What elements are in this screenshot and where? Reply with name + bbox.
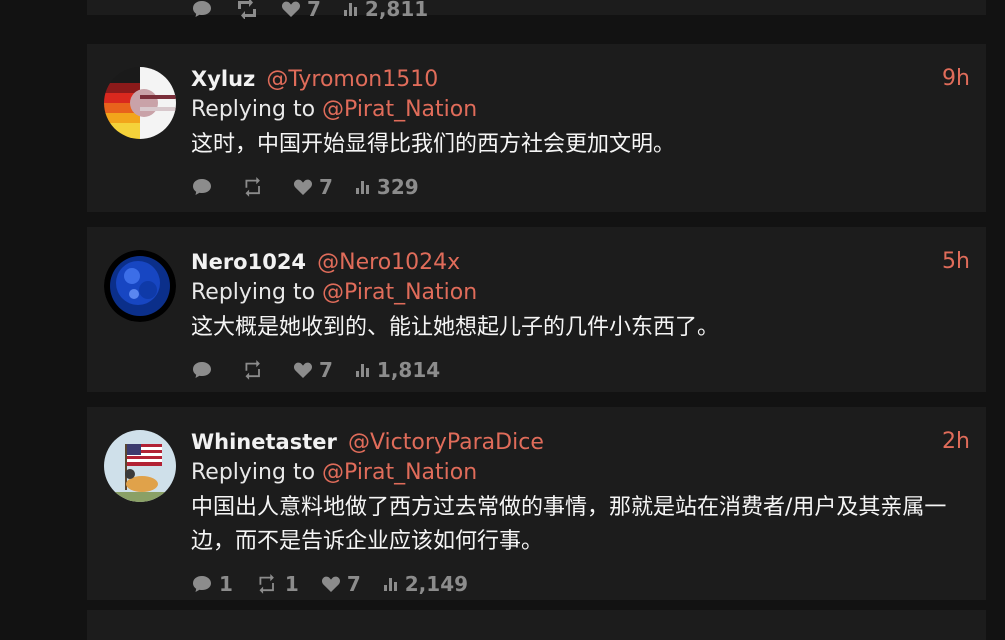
retweet-icon	[238, 0, 256, 19]
heart-icon	[321, 576, 340, 592]
views-action[interactable]: 2,149	[383, 572, 468, 596]
replying-to: Replying to @Pirat_Nation	[191, 94, 970, 126]
retweet-action[interactable]	[241, 360, 271, 380]
tweet-actions: 7 329	[191, 172, 970, 202]
retweet-action[interactable]	[241, 177, 271, 197]
view-count: 329	[376, 175, 419, 199]
replying-to-label: Replying to	[191, 280, 316, 305]
tweet-actions: 7 2,811	[191, 0, 970, 24]
avatar[interactable]	[104, 430, 176, 502]
timestamp[interactable]: 9h	[942, 64, 970, 94]
replying-to-handle[interactable]: @Pirat_Nation	[322, 460, 477, 485]
replying-to-handle[interactable]: @Pirat_Nation	[322, 97, 477, 122]
author-handle[interactable]: @Tyromon1510	[266, 67, 438, 92]
retweet-icon	[245, 360, 260, 380]
tweet-text: 中国出人意料地做了西方过去常做的事情，那就是站在消费者/用户及其亲属一边，而不是…	[191, 495, 947, 554]
views-action[interactable]: 1,814	[355, 358, 440, 382]
reply-icon	[193, 179, 211, 195]
views-action[interactable]: 329	[355, 175, 419, 199]
author-handle[interactable]: @Nero1024x	[317, 250, 460, 275]
views-action[interactable]: 2,811	[343, 0, 428, 21]
tweet-card[interactable]: Whinetaster @VictoryParaDice 2h Replying…	[87, 407, 986, 600]
replying-to-label: Replying to	[191, 460, 316, 485]
tweet-card[interactable]: Nero1024 @Nero1024x 5h Replying to @Pira…	[87, 227, 986, 392]
reply-icon	[193, 1, 211, 17]
retweet-icon	[245, 177, 260, 197]
tweet-card-partial[interactable]: 7 2,811	[87, 0, 986, 21]
reply-action[interactable]	[191, 177, 219, 197]
like-action[interactable]: 7	[281, 0, 321, 21]
tweet-card[interactable]: Xyluz @Tyromon1510 9h Replying to @Pirat…	[87, 44, 986, 212]
replying-to: Replying to @Pirat_Nation	[191, 457, 970, 489]
heart-icon	[293, 179, 313, 195]
like-count: 7	[307, 0, 321, 21]
like-action[interactable]: 7	[321, 572, 361, 596]
tweet-actions: 1 1 7 2,149	[191, 569, 970, 599]
like-count: 7	[319, 175, 333, 199]
view-count: 2,811	[364, 0, 429, 21]
heart-icon	[293, 362, 313, 378]
reply-count: 1	[219, 572, 233, 596]
retweet-icon	[259, 574, 274, 594]
retweet-action[interactable]: 1	[255, 572, 299, 596]
retweet-action[interactable]	[235, 0, 259, 19]
avatar[interactable]	[104, 67, 176, 139]
timestamp[interactable]: 5h	[942, 247, 970, 277]
views-icon	[355, 181, 369, 194]
reply-action[interactable]: 1	[191, 572, 233, 596]
author-name[interactable]: Xyluz	[191, 67, 255, 91]
retweet-count: 1	[284, 572, 299, 596]
like-count: 7	[319, 358, 333, 382]
reply-action[interactable]	[191, 360, 219, 380]
replying-to-label: Replying to	[191, 97, 316, 122]
reply-icon	[193, 362, 211, 378]
author-name[interactable]: Nero1024	[191, 250, 306, 274]
views-icon	[343, 3, 357, 16]
tweet-card-partial[interactable]	[87, 610, 986, 640]
tweet-actions: 7 1,814	[191, 355, 970, 385]
reply-icon	[193, 576, 211, 592]
timestamp[interactable]: 2h	[942, 427, 970, 457]
tweet-text: 这时，中国开始显得比我们的西方社会更加文明。	[191, 132, 676, 157]
view-count: 1,814	[376, 358, 441, 382]
replying-to: Replying to @Pirat_Nation	[191, 277, 970, 309]
like-count: 7	[346, 572, 361, 596]
replying-to-handle[interactable]: @Pirat_Nation	[322, 280, 477, 305]
like-action[interactable]: 7	[293, 175, 333, 199]
views-icon	[355, 364, 369, 377]
like-action[interactable]: 7	[293, 358, 333, 382]
author-name[interactable]: Whinetaster	[191, 430, 337, 454]
heart-icon	[281, 1, 301, 18]
reply-action[interactable]	[191, 0, 213, 19]
avatar[interactable]	[104, 250, 176, 322]
view-count: 2,149	[404, 572, 469, 596]
views-icon	[383, 578, 397, 591]
tweet-text: 这大概是她收到的、能让她想起儿子的几件小东西了。	[191, 315, 720, 340]
tweet-feed: 7 2,811 Xyluz @Tyromon1510 9h Replying t…	[87, 0, 986, 640]
author-handle[interactable]: @VictoryParaDice	[348, 430, 544, 455]
